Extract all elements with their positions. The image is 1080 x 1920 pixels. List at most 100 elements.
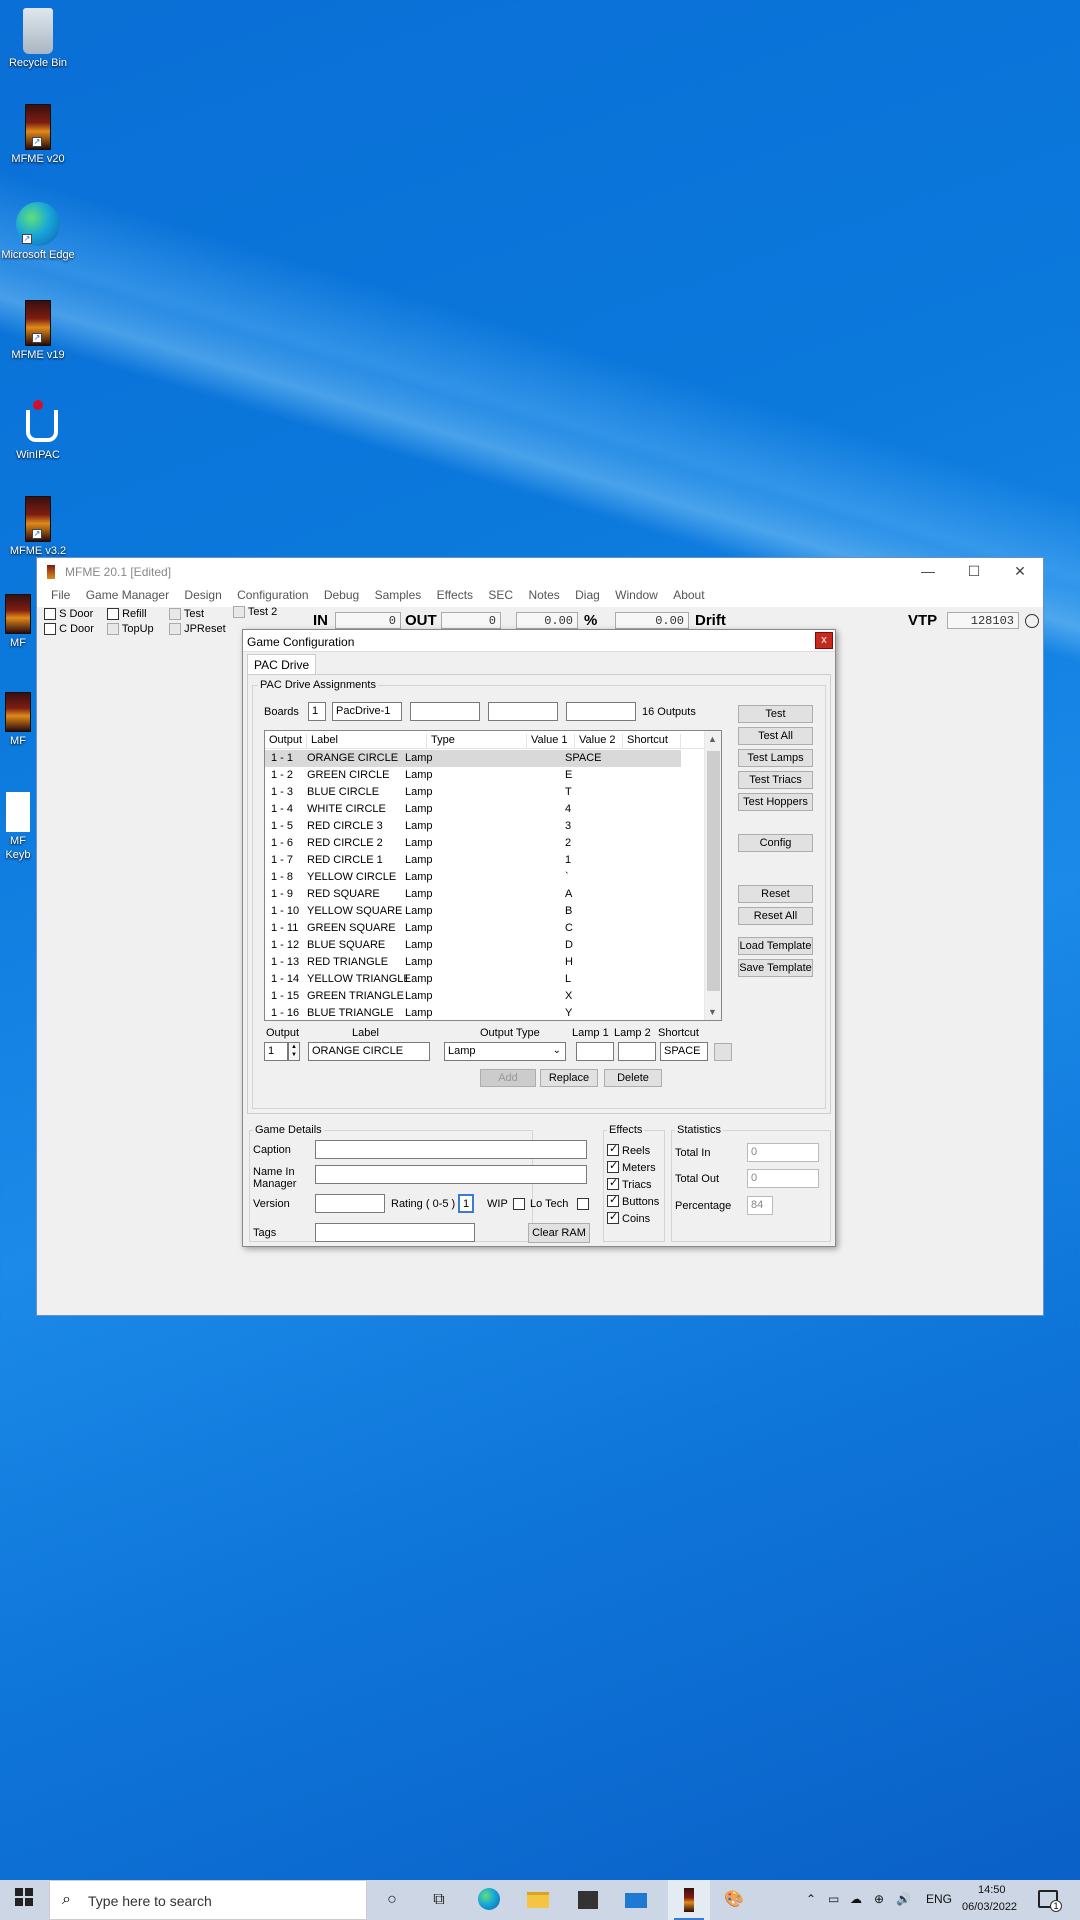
menu-configuration[interactable]: Configuration [231, 585, 314, 602]
onedrive-icon[interactable]: ☁ [850, 1892, 862, 1906]
board-4-field[interactable] [566, 702, 636, 721]
assignments-list[interactable]: Output Label Type Value 1 Value 2 Shortc… [264, 730, 722, 1021]
notification-icon[interactable]: 1 [1038, 1890, 1062, 1912]
table-row[interactable]: 1 - 16 BLUE TRIANGLE Lamp Y [265, 1005, 681, 1020]
column-header-output[interactable]: Output [265, 734, 307, 749]
output-spinner[interactable]: ▲ ▼ [288, 1042, 300, 1061]
table-row[interactable]: 1 - 4 WHITE CIRCLE Lamp 4 [265, 801, 681, 818]
search-box[interactable]: ⌕ Type here to search [49, 1880, 367, 1920]
column-header-value1[interactable]: Value 1 [527, 734, 575, 749]
dialog-close-button[interactable]: x [815, 632, 833, 649]
config-button[interactable]: Config [738, 834, 813, 852]
file-explorer-icon[interactable] [527, 1888, 551, 1912]
table-row[interactable]: 1 - 11 GREEN SQUARE Lamp C [265, 920, 681, 937]
desktop-icon-mfme-v19[interactable]: ↗ MFME v19 [0, 300, 76, 362]
buttons-checkbox[interactable] [607, 1193, 619, 1207]
chevron-down-icon[interactable]: ⌄ [553, 1045, 561, 1056]
title-bar[interactable]: MFME 20.1 [Edited] — ☐ ✕ [37, 558, 1043, 585]
add-button[interactable]: Add [480, 1069, 536, 1087]
shortcut-picker-button[interactable] [714, 1043, 732, 1061]
dialog-title-bar[interactable]: Game Configuration x [243, 630, 835, 652]
menu-samples[interactable]: Samples [369, 585, 428, 602]
checkbox[interactable] [169, 623, 181, 636]
table-row[interactable]: 1 - 6 RED CIRCLE 2 Lamp 2 [265, 835, 681, 852]
table-row[interactable]: 1 - 14 YELLOW TRIANGLE Lamp L [265, 971, 681, 988]
desktop-icon-edge[interactable]: ↗ Microsoft Edge [0, 202, 76, 262]
test-all-button[interactable]: Test All [738, 727, 813, 745]
coins-checkbox[interactable] [607, 1210, 619, 1224]
column-header-label[interactable]: Label [307, 734, 427, 749]
menu-window[interactable]: Window [609, 585, 664, 602]
network-icon[interactable]: ⊕ [874, 1892, 884, 1906]
desktop-icon-mfme-v3-2[interactable]: ↗ MFME v3.2 [0, 496, 76, 558]
list-scrollbar[interactable]: ▲ ▼ [704, 731, 721, 1020]
close-button[interactable]: ✕ [997, 558, 1043, 585]
minimize-button[interactable]: — [905, 558, 951, 585]
boards-count-field[interactable]: 1 [308, 702, 326, 721]
name-in-manager-field[interactable] [315, 1165, 587, 1184]
delete-button[interactable]: Delete [604, 1069, 662, 1087]
test-hoppers-button[interactable]: Test Hoppers [738, 793, 813, 811]
cortana-icon[interactable]: ○ [380, 1888, 404, 1912]
caption-field[interactable] [315, 1140, 587, 1159]
desktop-icon-mf[interactable]: MF [0, 692, 36, 748]
test-lamps-button[interactable]: Test Lamps [738, 749, 813, 767]
desktop-icon-winipac[interactable]: WinIPAC [0, 400, 76, 462]
c-door-toggle[interactable]: C Door [44, 623, 94, 636]
meet-now-icon[interactable]: ▭ [828, 1892, 839, 1906]
meters-checkbox[interactable] [607, 1159, 619, 1173]
checkbox[interactable] [107, 608, 119, 621]
table-row[interactable]: 1 - 10 YELLOW SQUARE Lamp B [265, 903, 681, 920]
reset-all-button[interactable]: Reset All [738, 907, 813, 925]
effect-triacs[interactable]: Triacs [607, 1176, 652, 1191]
column-header-shortcut[interactable]: Shortcut [623, 734, 681, 749]
version-field[interactable] [315, 1194, 385, 1213]
effect-reels[interactable]: Reels [607, 1142, 650, 1157]
volume-icon[interactable]: 🔊 [896, 1892, 911, 1906]
test-triacs-button[interactable]: Test Triacs [738, 771, 813, 789]
tab-pac-drive[interactable]: PAC Drive [247, 654, 317, 674]
table-row[interactable]: 1 - 12 BLUE SQUARE Lamp D [265, 937, 681, 954]
reels-checkbox[interactable] [607, 1142, 619, 1156]
menu-about[interactable]: About [667, 585, 710, 602]
table-row[interactable]: 1 - 15 GREEN TRIANGLE Lamp X [265, 988, 681, 1005]
table-row[interactable]: 1 - 1 ORANGE CIRCLE Lamp SPACE [265, 750, 681, 767]
effect-coins[interactable]: Coins [607, 1210, 650, 1225]
scroll-up-icon[interactable]: ▲ [708, 734, 717, 744]
language-indicator[interactable]: ENG [926, 1892, 952, 1906]
lamp1-field[interactable] [576, 1042, 614, 1061]
topup-toggle[interactable]: TopUp [107, 623, 154, 636]
table-row[interactable]: 1 - 9 RED SQUARE Lamp A [265, 886, 681, 903]
menu-debug[interactable]: Debug [318, 585, 365, 602]
checkbox[interactable] [44, 608, 56, 621]
menu-diag[interactable]: Diag [569, 585, 606, 602]
output-number-field[interactable]: 1 [264, 1042, 288, 1061]
reset-button[interactable]: Reset [738, 885, 813, 903]
checkbox[interactable] [44, 623, 56, 636]
load-template-button[interactable]: Load Template [738, 937, 813, 955]
spin-down-icon[interactable]: ▼ [289, 1051, 299, 1059]
clear-ram-button[interactable]: Clear RAM [528, 1223, 590, 1243]
label-field[interactable]: ORANGE CIRCLE [308, 1042, 430, 1061]
windows-start-icon[interactable] [12, 1888, 36, 1912]
menu-effects[interactable]: Effects [431, 585, 479, 602]
task-view-icon[interactable]: ⧉ [427, 1888, 451, 1912]
table-row[interactable]: 1 - 3 BLUE CIRCLE Lamp T [265, 784, 681, 801]
tags-field[interactable] [315, 1223, 475, 1242]
menu-game-manager[interactable]: Game Manager [80, 585, 175, 602]
desktop-icon-recycle-bin[interactable]: Recycle Bin [0, 8, 76, 70]
table-row[interactable]: 1 - 8 YELLOW CIRCLE Lamp ` [265, 869, 681, 886]
effect-meters[interactable]: Meters [607, 1159, 656, 1174]
table-row[interactable]: 1 - 13 RED TRIANGLE Lamp H [265, 954, 681, 971]
test2-toggle[interactable]: Test 2 [233, 606, 277, 619]
lamp2-field[interactable] [618, 1042, 656, 1061]
test-toggle[interactable]: Test [169, 608, 204, 621]
s-door-toggle[interactable]: S Door [44, 608, 93, 621]
board-3-field[interactable] [488, 702, 558, 721]
menu-design[interactable]: Design [178, 585, 227, 602]
clock-date[interactable]: 06/03/2022 [962, 1901, 1017, 1913]
desktop-icon-mf-keyb[interactable]: MF Keyb [0, 792, 36, 862]
mail-icon[interactable] [625, 1888, 649, 1912]
table-row[interactable]: 1 - 2 GREEN CIRCLE Lamp E [265, 767, 681, 784]
mfme-taskbar-button[interactable] [668, 1880, 710, 1920]
